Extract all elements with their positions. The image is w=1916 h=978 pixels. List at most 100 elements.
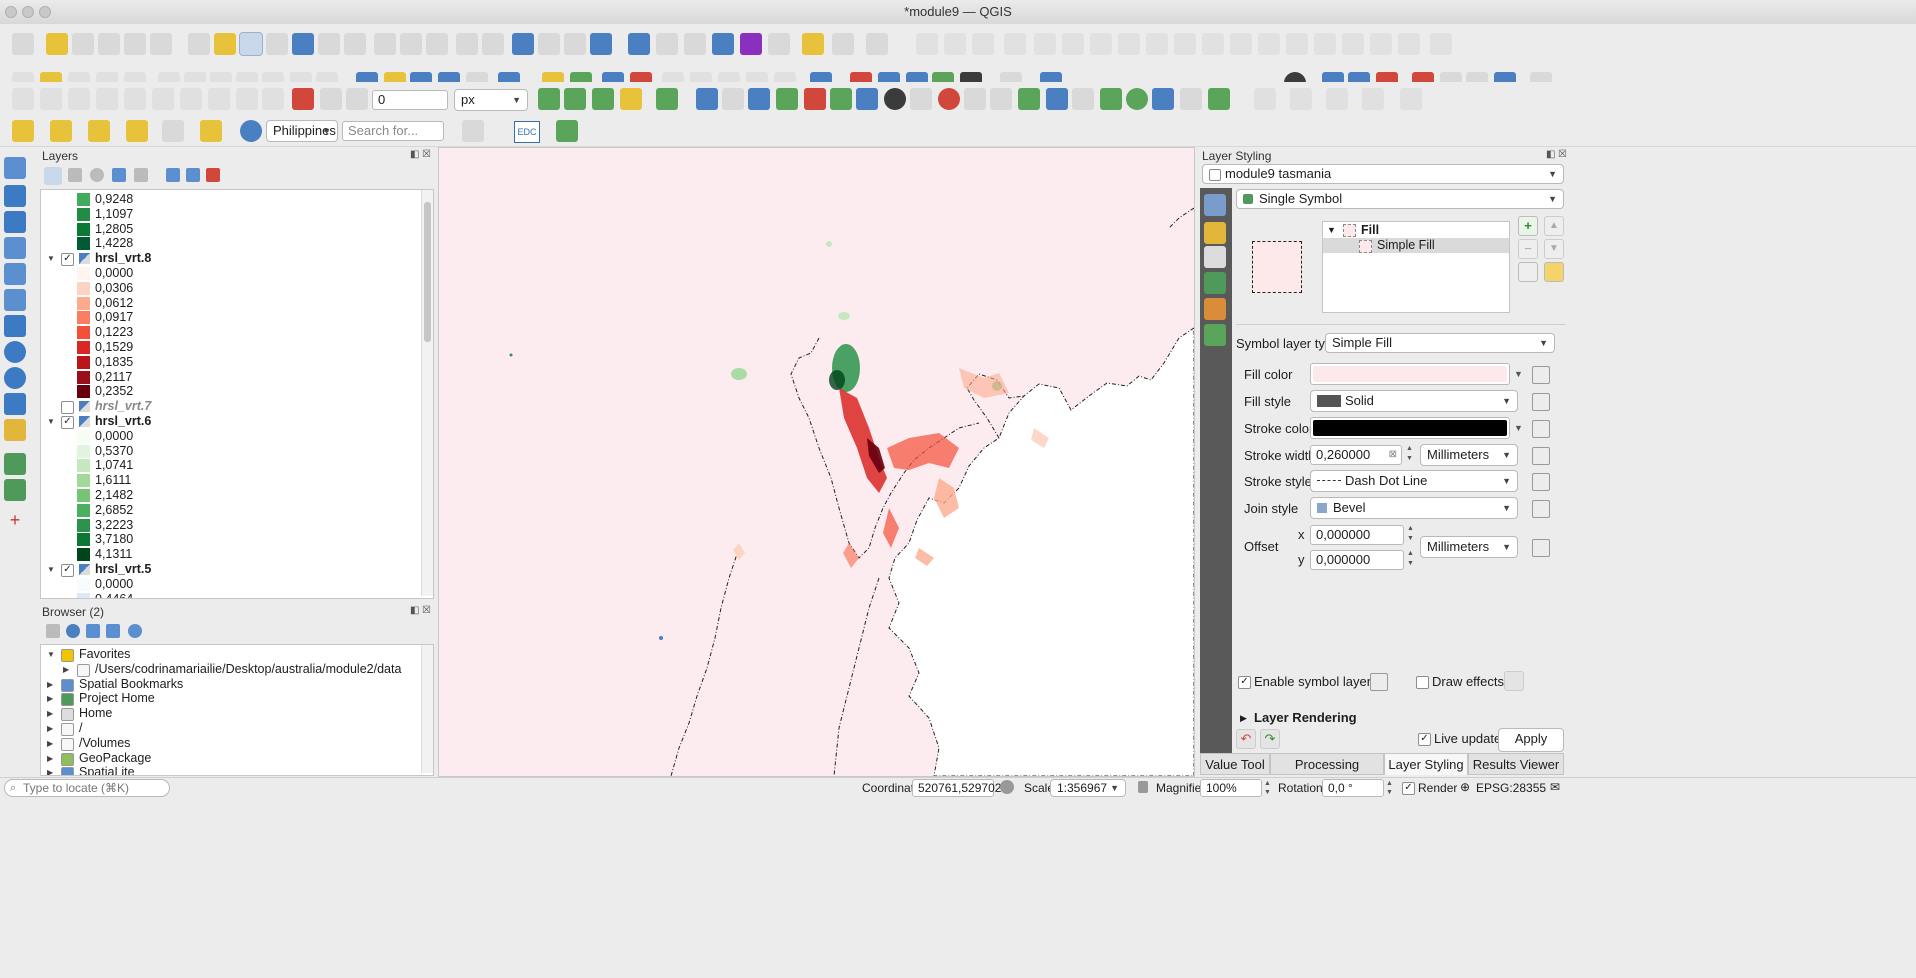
map-tips-icon[interactable] bbox=[802, 33, 824, 55]
align-tool-icon[interactable] bbox=[68, 88, 90, 110]
grid-icon[interactable] bbox=[964, 88, 986, 110]
remove-symbol-layer-button[interactable]: − bbox=[1518, 239, 1538, 259]
close-window-button[interactable] bbox=[5, 6, 17, 18]
rotation-input[interactable]: 0,0 ° bbox=[1322, 779, 1384, 797]
align-tool-icon[interactable] bbox=[208, 88, 230, 110]
magnifier-input[interactable]: 100% bbox=[1200, 779, 1262, 797]
browser-item[interactable]: ▶ SpatiaLite bbox=[41, 765, 421, 775]
data-defined-override-icon[interactable] bbox=[1532, 473, 1550, 491]
browser-item[interactable]: ▶ / bbox=[41, 721, 421, 736]
zoom-out-icon[interactable] bbox=[266, 33, 288, 55]
topology-icon[interactable] bbox=[538, 88, 560, 110]
shape-tool-icon[interactable] bbox=[1254, 88, 1276, 110]
locate-search-input[interactable]: ⌕ Type to locate (⌘K) bbox=[4, 779, 170, 797]
undo-icon[interactable]: ↶ bbox=[1236, 729, 1256, 749]
lock-icon[interactable] bbox=[1544, 262, 1564, 282]
identify-icon[interactable] bbox=[628, 33, 650, 55]
data-defined-override-icon[interactable] bbox=[1532, 500, 1550, 518]
spinner-icon[interactable]: ▲ ▼ bbox=[1386, 779, 1393, 797]
shield-icon[interactable] bbox=[162, 120, 184, 142]
redo-icon[interactable]: ↷ bbox=[1260, 729, 1280, 749]
layer-row[interactable]: ▼ ✓ hrsl_vrt.5 bbox=[41, 562, 421, 577]
data-defined-override-icon[interactable] bbox=[1370, 673, 1388, 691]
expand-arrow-icon[interactable]: ▼ bbox=[1327, 225, 1336, 235]
manage-visibility-icon[interactable] bbox=[90, 168, 104, 182]
select-location-icon[interactable] bbox=[126, 120, 148, 142]
add-mesh-layer-icon[interactable] bbox=[4, 211, 26, 233]
show-bookmarks-icon[interactable] bbox=[538, 33, 560, 55]
layer-name[interactable]: hrsl_vrt.6 bbox=[95, 414, 151, 429]
live-update-checkbox[interactable]: ✓ bbox=[1418, 733, 1431, 746]
new-bookmark-icon[interactable] bbox=[512, 33, 534, 55]
add-selected-icon[interactable] bbox=[46, 624, 60, 638]
spinner-icon[interactable]: ▲ ▼ bbox=[1264, 779, 1271, 797]
layer-visibility-checkbox[interactable] bbox=[61, 401, 74, 415]
plugin-icon[interactable] bbox=[856, 88, 878, 110]
edc-button[interactable]: EDC bbox=[514, 121, 540, 143]
layer-select[interactable]: module9 tasmania ▼ bbox=[1202, 164, 1564, 184]
browser-scrollbar[interactable] bbox=[421, 645, 433, 773]
filter-expression-icon[interactable] bbox=[134, 168, 148, 182]
snapping-type-icon[interactable] bbox=[346, 88, 368, 110]
dock-close-icon[interactable]: ☒ bbox=[422, 149, 431, 160]
expand-arrow-icon[interactable]: ▼ bbox=[47, 562, 55, 577]
browser-item[interactable]: ▶ Spatial Bookmarks bbox=[41, 677, 421, 692]
network-icon[interactable] bbox=[1046, 88, 1068, 110]
layer-row[interactable]: ▼ ✓ hrsl_vrt.6 bbox=[41, 414, 421, 429]
attribute-table-icon[interactable] bbox=[656, 33, 678, 55]
move-down-button[interactable]: ▼ bbox=[1544, 239, 1564, 259]
toggle-extents-icon[interactable] bbox=[1000, 780, 1014, 794]
locale-search-input[interactable]: Search for... bbox=[342, 121, 444, 141]
minimize-window-button[interactable] bbox=[22, 6, 34, 18]
save-project-icon[interactable] bbox=[72, 33, 94, 55]
offset-y-input[interactable]: 0,000000 bbox=[1310, 550, 1404, 570]
zoom-window-button[interactable] bbox=[39, 6, 51, 18]
annotation-icon[interactable] bbox=[832, 33, 854, 55]
new-project-icon[interactable] bbox=[12, 33, 34, 55]
snap-tolerance-input[interactable]: 0 bbox=[372, 90, 448, 110]
align-tool-icon[interactable] bbox=[96, 88, 118, 110]
digitize-tool-icon[interactable] bbox=[1286, 33, 1308, 55]
pan-to-selection-icon[interactable] bbox=[214, 33, 236, 55]
add-symbol-layer-button[interactable]: + bbox=[1518, 216, 1538, 236]
plugin-icon[interactable] bbox=[776, 88, 798, 110]
collapse-arrow-icon[interactable]: ▶ bbox=[47, 706, 53, 721]
add-wcs-icon[interactable] bbox=[4, 367, 26, 389]
offset-x-input[interactable]: 0,000000 bbox=[1310, 525, 1404, 545]
spinner-icon[interactable]: ▲ ▼ bbox=[1406, 444, 1413, 464]
renderer-select[interactable]: Single Symbol ▼ bbox=[1236, 189, 1564, 209]
plugin-icon[interactable] bbox=[748, 88, 770, 110]
layers-scrollbar-thumb[interactable] bbox=[424, 202, 431, 342]
digitize-tool-icon[interactable] bbox=[1034, 33, 1056, 55]
temporal-controller-icon[interactable] bbox=[564, 33, 586, 55]
spinner-icon[interactable]: ▲ ▼ bbox=[1407, 524, 1414, 544]
browser-item[interactable]: ▶ /Users/codrinamariailie/Desktop/austral… bbox=[41, 662, 421, 677]
messages-icon[interactable]: ✉ bbox=[1550, 780, 1560, 794]
digitize-tool-icon[interactable] bbox=[916, 33, 938, 55]
dock-float-icon[interactable]: ◧ bbox=[410, 149, 419, 160]
duplicate-layer-button[interactable] bbox=[1518, 262, 1538, 282]
browser-item[interactable]: ▶ GeoPackage bbox=[41, 751, 421, 766]
new-shapefile-icon[interactable] bbox=[4, 453, 26, 475]
join-style-select[interactable]: Bevel ▼ bbox=[1310, 497, 1518, 519]
digitize-tool-icon[interactable] bbox=[1004, 33, 1026, 55]
snapping-magnet-icon[interactable] bbox=[292, 88, 314, 110]
digitize-shape-icon[interactable] bbox=[656, 88, 678, 110]
fill-color-button[interactable] bbox=[1310, 363, 1510, 385]
tab-layer-styling[interactable]: Layer Styling bbox=[1384, 753, 1468, 775]
data-defined-override-icon[interactable] bbox=[1532, 366, 1550, 384]
data-defined-override-icon[interactable] bbox=[1532, 420, 1550, 438]
lock-scale-icon[interactable] bbox=[1138, 781, 1148, 793]
digitize-tool-icon[interactable] bbox=[944, 33, 966, 55]
align-tool-icon[interactable] bbox=[12, 88, 34, 110]
collapse-arrow-icon[interactable]: ▶ bbox=[47, 765, 53, 775]
zoom-in-icon[interactable] bbox=[239, 32, 263, 56]
binoculars-icon[interactable] bbox=[910, 88, 932, 110]
layers-icon[interactable] bbox=[1018, 88, 1040, 110]
digitize-tool-icon[interactable] bbox=[1398, 33, 1420, 55]
browser-item[interactable]: ▼ Favorites bbox=[41, 647, 421, 662]
dock-close-icon[interactable]: ☒ bbox=[422, 605, 431, 616]
chevron-down-icon[interactable]: ▼ bbox=[1514, 369, 1523, 379]
add-xyz-icon[interactable] bbox=[4, 419, 26, 441]
3d-view-icon[interactable] bbox=[1204, 272, 1226, 294]
